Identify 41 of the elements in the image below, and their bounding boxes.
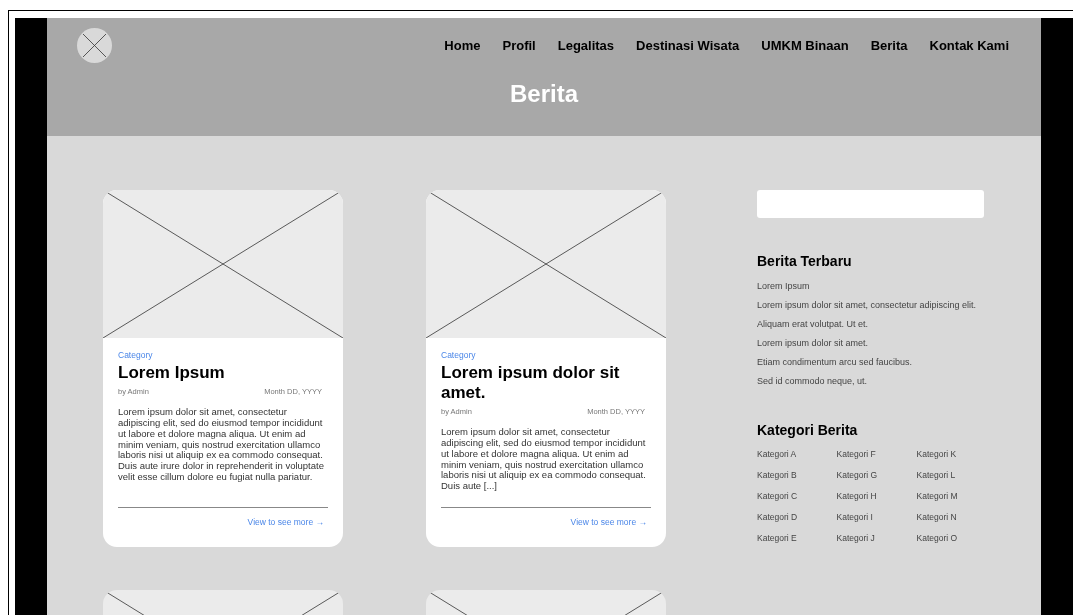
nav-link[interactable]: Profil: [502, 35, 536, 56]
latest-news-link[interactable]: Etiam condimentum arcu sed faucibus.: [757, 357, 979, 367]
section-heading: Berita Terbaru: [757, 252, 853, 271]
category-link[interactable]: Kategori F: [836, 449, 917, 459]
view-more-link[interactable]: View to see more →: [247, 516, 324, 529]
post-title: Lorem ipsum dolor sit amet.: [441, 363, 621, 403]
page-title: Berita: [509, 79, 580, 109]
nav-link[interactable]: Legalitas: [557, 35, 615, 56]
view-more-link[interactable]: View to see more →: [570, 516, 647, 529]
search-field[interactable]: [757, 190, 984, 218]
category-link[interactable]: Kategori E: [757, 533, 837, 543]
nav-link[interactable]: Home: [444, 35, 481, 56]
latest-news-link[interactable]: Lorem ipsum dolor sit amet, consectetur adipiscing elit.: [757, 300, 979, 310]
category-link[interactable]: Kategori D: [757, 512, 837, 522]
nav-link[interactable]: Kontak Kami: [929, 35, 1009, 56]
logo-placeholder-icon: [77, 28, 112, 63]
category-link[interactable]: Kategori A: [757, 449, 837, 459]
category-link[interactable]: Kategori K: [916, 449, 997, 459]
post-category[interactable]: Category: [441, 350, 651, 361]
category-link[interactable]: Kategori M: [916, 491, 997, 501]
latest-news-link[interactable]: Lorem ipsum dolor sit amet.: [757, 338, 979, 348]
latest-news-link[interactable]: Aliquam erat volutpat. Ut et.: [757, 319, 979, 329]
section-heading: Kategori Berita: [757, 421, 859, 440]
category-link[interactable]: Kategori B: [757, 470, 837, 480]
category-link[interactable]: Kategori H: [836, 491, 917, 501]
latest-news-link[interactable]: Sed id commodo neque, ut.: [757, 376, 979, 386]
category-link[interactable]: Kategori C: [757, 491, 837, 501]
post-title: Lorem Ipsum: [118, 363, 226, 383]
category-link[interactable]: Kategori I: [836, 512, 917, 522]
latest-news-link[interactable]: Lorem Ipsum: [757, 281, 979, 291]
category-link[interactable]: Kategori O: [916, 533, 997, 543]
nav-link[interactable]: Destinasi Wisata: [636, 35, 740, 56]
post-excerpt: Lorem ipsum dolor sit amet, consectetur adipiscing elit, sed do eiusmod tempor incididunt ut labore et dolore magna aliqua. Ut enim ad minim veniam, quis nostrud exercitation ullamco laboris nisi ut aliquip ex ea commodo consequat. Duis aute [...]: [441, 427, 647, 493]
post-excerpt: Lorem ipsum dolor sit amet, consectetur adipiscing elit, sed do eiusmod tempor incididunt ut labore et dolore magna aliqua. Ut enim ad minim veniam, quis nostrud exercitation ullamco laboris nisi ut aliquip ex ea commodo consequat. Duis aute irure dolor in reprehenderit in voluptate velit esse cillum dolore eu fugiat nulla pariatur.: [118, 407, 324, 483]
post-category[interactable]: Category: [118, 350, 328, 361]
category-link[interactable]: Kategori G: [836, 470, 917, 480]
nav-link[interactable]: Berita: [870, 35, 908, 56]
category-link[interactable]: Kategori J: [836, 533, 917, 543]
category-link[interactable]: Kategori L: [916, 470, 997, 480]
nav-link[interactable]: UMKM Binaan: [761, 35, 849, 56]
category-link[interactable]: Kategori N: [916, 512, 997, 522]
